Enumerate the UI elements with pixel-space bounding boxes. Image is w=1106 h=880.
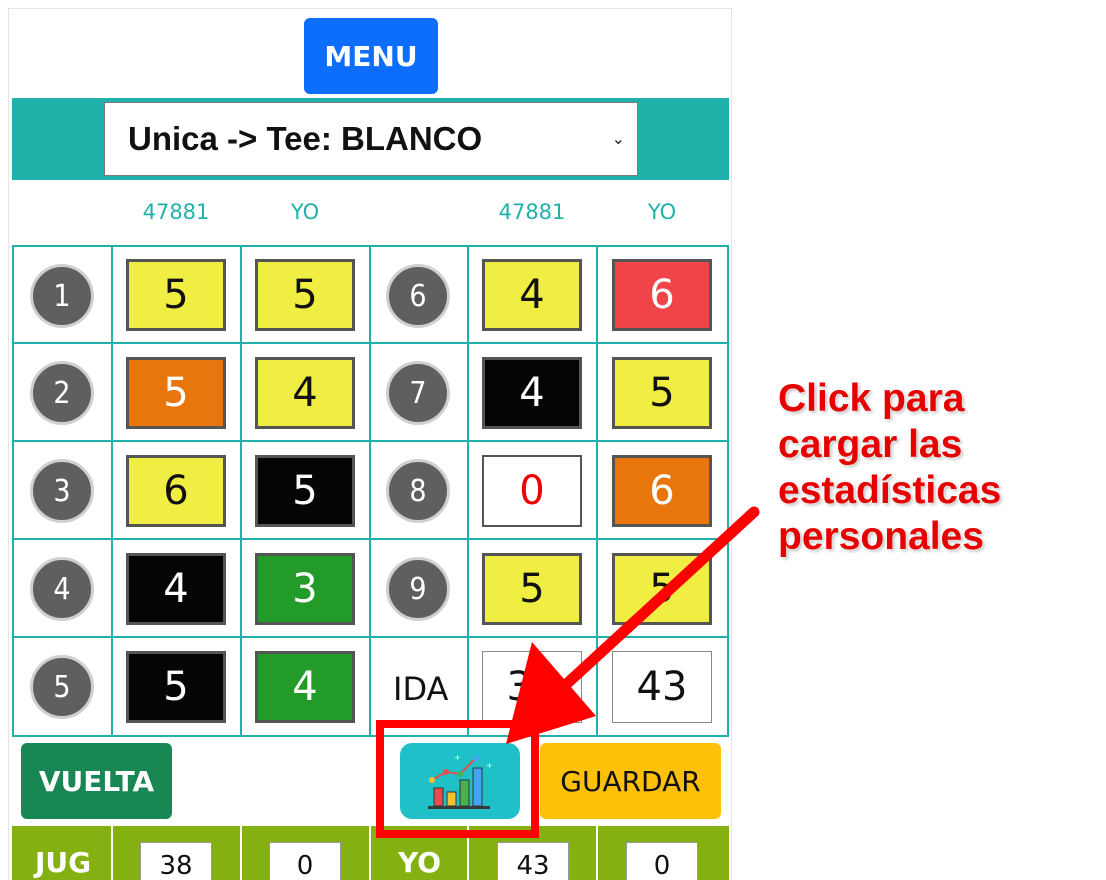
hole-number-badge: 7	[386, 361, 450, 425]
annotation-line: estadísticas	[778, 469, 1002, 512]
my-score-cell[interactable]: 6	[612, 455, 712, 527]
player-score-cell[interactable]: 5	[482, 553, 582, 625]
header-right-player: 47881	[498, 200, 566, 224]
grid-line	[240, 245, 242, 737]
grid-line	[12, 245, 14, 737]
player-score-cell[interactable]: 5	[126, 357, 226, 429]
annotation-line: cargar las	[778, 423, 963, 466]
my-score-cell[interactable]: 5	[612, 553, 712, 625]
player-score-cell[interactable]: 5	[126, 259, 226, 331]
hole-number-badge: 8	[386, 459, 450, 523]
my-score-cell[interactable]: 5	[255, 259, 355, 331]
header-right-me: YO	[647, 200, 677, 224]
my-score-cell[interactable]: 5	[255, 455, 355, 527]
grid-line	[727, 245, 729, 737]
footer-jug-extra: 0	[269, 842, 341, 880]
header-left-me: YO	[290, 200, 320, 224]
player-score-cell[interactable]: 4	[482, 357, 582, 429]
my-score-cell[interactable]: 4	[255, 357, 355, 429]
my-score-cell[interactable]: 6	[612, 259, 712, 331]
hole-number-badge: 4	[30, 557, 94, 621]
player-score-cell[interactable]: 5	[126, 651, 226, 723]
vuelta-button[interactable]: VUELTA	[21, 743, 172, 819]
header-left-player: 47881	[142, 200, 210, 224]
menu-button[interactable]: MENU	[304, 18, 438, 94]
guardar-button[interactable]: GUARDAR	[540, 743, 721, 819]
tee-select[interactable]: Unica -> Tee: BLANCO ⌄	[104, 102, 638, 176]
my-score-cell[interactable]: 3	[255, 553, 355, 625]
highlight-box	[376, 720, 539, 838]
player-score-cell[interactable]: 4	[126, 553, 226, 625]
footer-jug-label: JUG	[35, 846, 92, 879]
annotation-callout: Click para cargar las estadísticas perso…	[778, 376, 1001, 560]
hole-number-badge: 3	[30, 459, 94, 523]
tee-select-value: Unica -> Tee: BLANCO	[128, 120, 483, 157]
my-score-cell[interactable]: 5	[612, 357, 712, 429]
annotation-line: Click para	[778, 377, 965, 420]
player-score-cell[interactable]: 6	[126, 455, 226, 527]
footer-yo-extra: 0	[626, 842, 698, 880]
footer-yo-label: YO	[398, 846, 442, 879]
player-score-cell[interactable]: 0	[482, 455, 582, 527]
hole-number-badge: 2	[30, 361, 94, 425]
chevron-down-icon: ⌄	[611, 129, 625, 148]
hole-number-badge: 9	[386, 557, 450, 621]
grid-line	[467, 245, 469, 737]
front-total-label: IDA	[393, 670, 449, 708]
annotation-line: personales	[778, 515, 984, 558]
player-score-cell[interactable]: 4	[482, 259, 582, 331]
totals-footer	[12, 826, 729, 880]
footer-jug-total: 38	[140, 842, 212, 880]
my-front-total: 43	[612, 651, 712, 723]
grid-line	[596, 245, 598, 737]
grid-line	[369, 245, 371, 737]
footer-yo-total: 43	[497, 842, 569, 880]
player-front-total: 38	[482, 651, 582, 723]
hole-number-badge: 1	[30, 264, 94, 328]
grid-line	[111, 245, 113, 737]
hole-number-badge: 5	[30, 655, 94, 719]
my-score-cell[interactable]: 4	[255, 651, 355, 723]
hole-number-badge: 6	[386, 264, 450, 328]
